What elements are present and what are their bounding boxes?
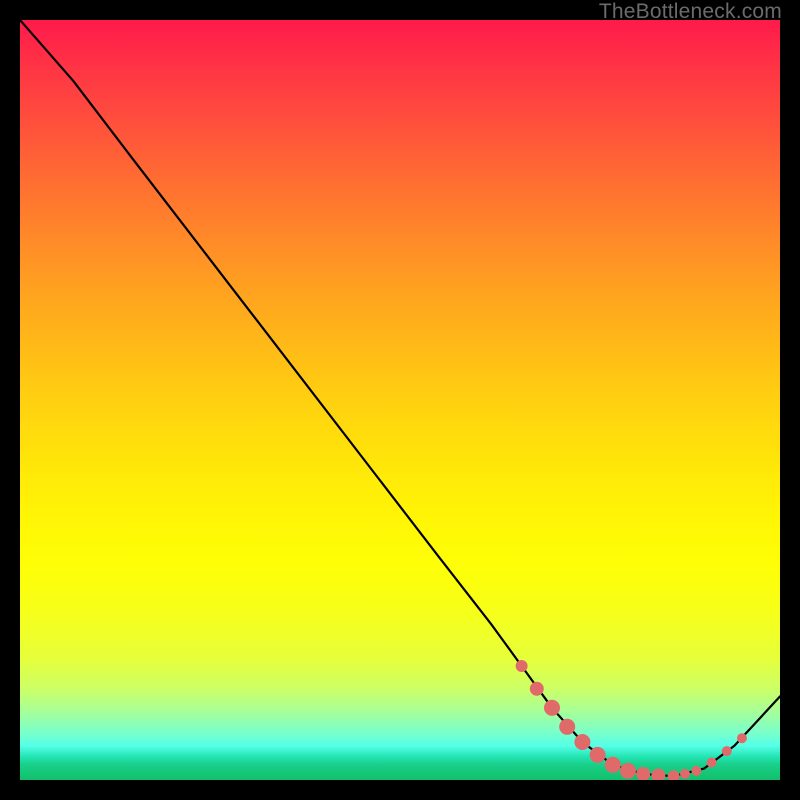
data-marker — [707, 758, 717, 768]
data-marker — [737, 733, 747, 743]
plot-area — [20, 20, 780, 780]
data-marker — [544, 700, 560, 716]
data-marker — [722, 746, 732, 756]
data-marker — [559, 719, 575, 735]
chart-svg — [20, 20, 780, 780]
data-marker — [530, 682, 544, 696]
data-marker — [620, 763, 636, 779]
data-marker — [516, 660, 528, 672]
chart-frame: TheBottleneck.com — [0, 0, 800, 800]
data-marker — [605, 757, 621, 773]
data-marker — [574, 734, 590, 750]
data-marker — [668, 770, 680, 780]
data-marker — [680, 769, 690, 779]
curve-markers — [516, 660, 747, 780]
data-marker — [691, 766, 701, 776]
data-marker — [651, 768, 665, 780]
data-marker — [636, 767, 650, 780]
curve-line — [20, 20, 780, 776]
data-marker — [590, 747, 606, 763]
